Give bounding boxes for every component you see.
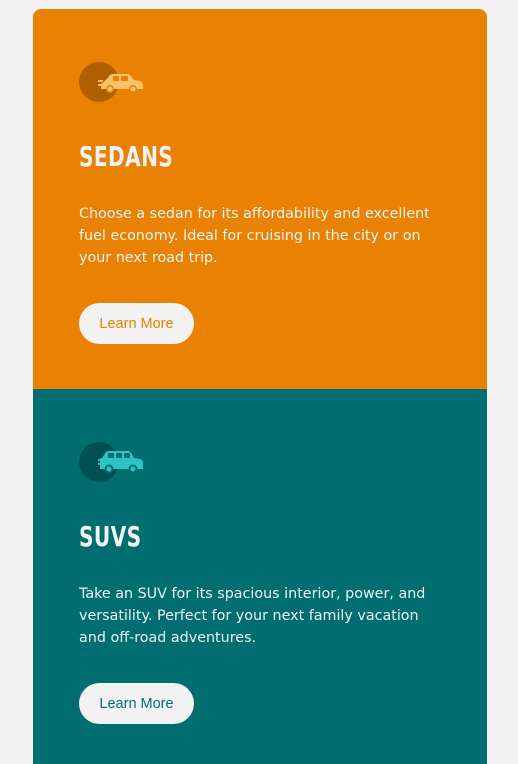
card-title: SUVS — [79, 520, 142, 553]
card-description: Take an SUV for its spacious interior, p… — [79, 586, 426, 646]
card-description: Choose a sedan for its affordability and… — [79, 206, 430, 266]
suv-car-icon — [98, 451, 143, 474]
card-suvs: SUVS Take an SUV for its spacious interi… — [33, 389, 487, 764]
learn-more-suvs-button[interactable]: Learn More — [79, 683, 194, 724]
card-sedans: SEDANS Choose a sedan for its affordabil… — [33, 9, 487, 389]
cards-container: SEDANS Choose a sedan for its affordabil… — [33, 9, 487, 764]
sedan-car-icon — [98, 74, 143, 93]
suv-icon-wrapper — [79, 442, 149, 482]
sedan-icon-wrapper — [79, 62, 149, 102]
card-title: SEDANS — [79, 140, 174, 173]
learn-more-sedans-button[interactable]: Learn More — [79, 303, 194, 344]
